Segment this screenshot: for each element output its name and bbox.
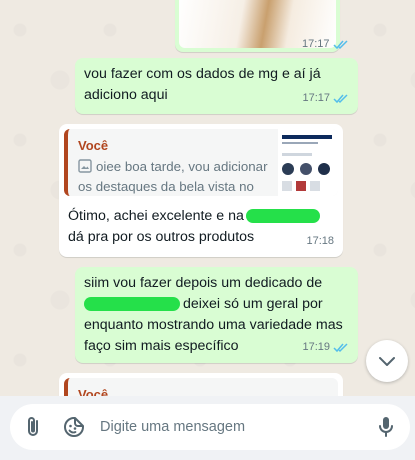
message-time: 17:18 bbox=[306, 235, 334, 247]
message-line: enquanto mostrando uma variedade mas bbox=[84, 317, 343, 333]
scroll-to-bottom-button[interactable] bbox=[366, 340, 408, 382]
quote-text: oiee boa tarde, vou adicionar os destaqu… bbox=[78, 157, 268, 196]
double-check-icon bbox=[333, 343, 348, 353]
message-text-part: Ótimo, achei excelente e na bbox=[68, 208, 244, 224]
outgoing-message[interactable]: vou fazer com os dados de mg e aí já adi… bbox=[75, 58, 358, 114]
incoming-message[interactable]: Você oiee boa tarde, vou adicionar os de… bbox=[59, 124, 343, 257]
microphone-icon bbox=[379, 417, 393, 437]
quote-thumbnail bbox=[278, 129, 338, 196]
image-icon bbox=[78, 159, 92, 173]
image-message-meta: 17:17 bbox=[302, 38, 349, 50]
message-meta: 17:18 bbox=[306, 231, 334, 252]
attach-button[interactable] bbox=[22, 415, 46, 439]
double-check-icon bbox=[333, 39, 348, 49]
paperclip-icon bbox=[28, 417, 38, 436]
message-time: 17:17 bbox=[302, 38, 330, 50]
message-text: vou fazer com os dados de mg e aí já adi… bbox=[84, 66, 321, 103]
redacted-text bbox=[84, 297, 180, 312]
message-meta: 17:17 bbox=[302, 88, 349, 109]
quoted-message[interactable]: Você oiee boa tarde, vou adicionar os de… bbox=[64, 129, 338, 196]
message-line: deixei só um geral por bbox=[84, 294, 352, 315]
message-text-part: dá pra por os outros produtos bbox=[68, 229, 255, 245]
outgoing-message[interactable]: siim vou fazer depois um dedicado de dei… bbox=[75, 267, 358, 363]
sticker-button[interactable] bbox=[62, 415, 86, 439]
message-line: siim vou fazer depois um dedicado de bbox=[84, 275, 323, 291]
quote-author: Você bbox=[78, 138, 109, 153]
sticker-icon bbox=[64, 417, 84, 437]
quote-text-content: oiee boa tarde, vou adicionar os destaqu… bbox=[78, 159, 268, 194]
redacted-text bbox=[245, 209, 320, 224]
composer-box bbox=[10, 404, 410, 450]
message-input[interactable] bbox=[100, 416, 360, 438]
chevron-down-icon bbox=[379, 357, 395, 366]
message-meta: 17:19 bbox=[302, 337, 349, 358]
message-text: Ótimo, achei excelente e na dá pra por os… bbox=[68, 206, 338, 248]
message-text-part: deixei só um geral por bbox=[183, 296, 323, 312]
message-time: 17:19 bbox=[302, 341, 330, 353]
double-check-icon bbox=[333, 94, 348, 104]
voice-message-button[interactable] bbox=[374, 415, 398, 439]
message-time: 17:17 bbox=[302, 92, 330, 104]
composer-footer bbox=[0, 396, 415, 460]
